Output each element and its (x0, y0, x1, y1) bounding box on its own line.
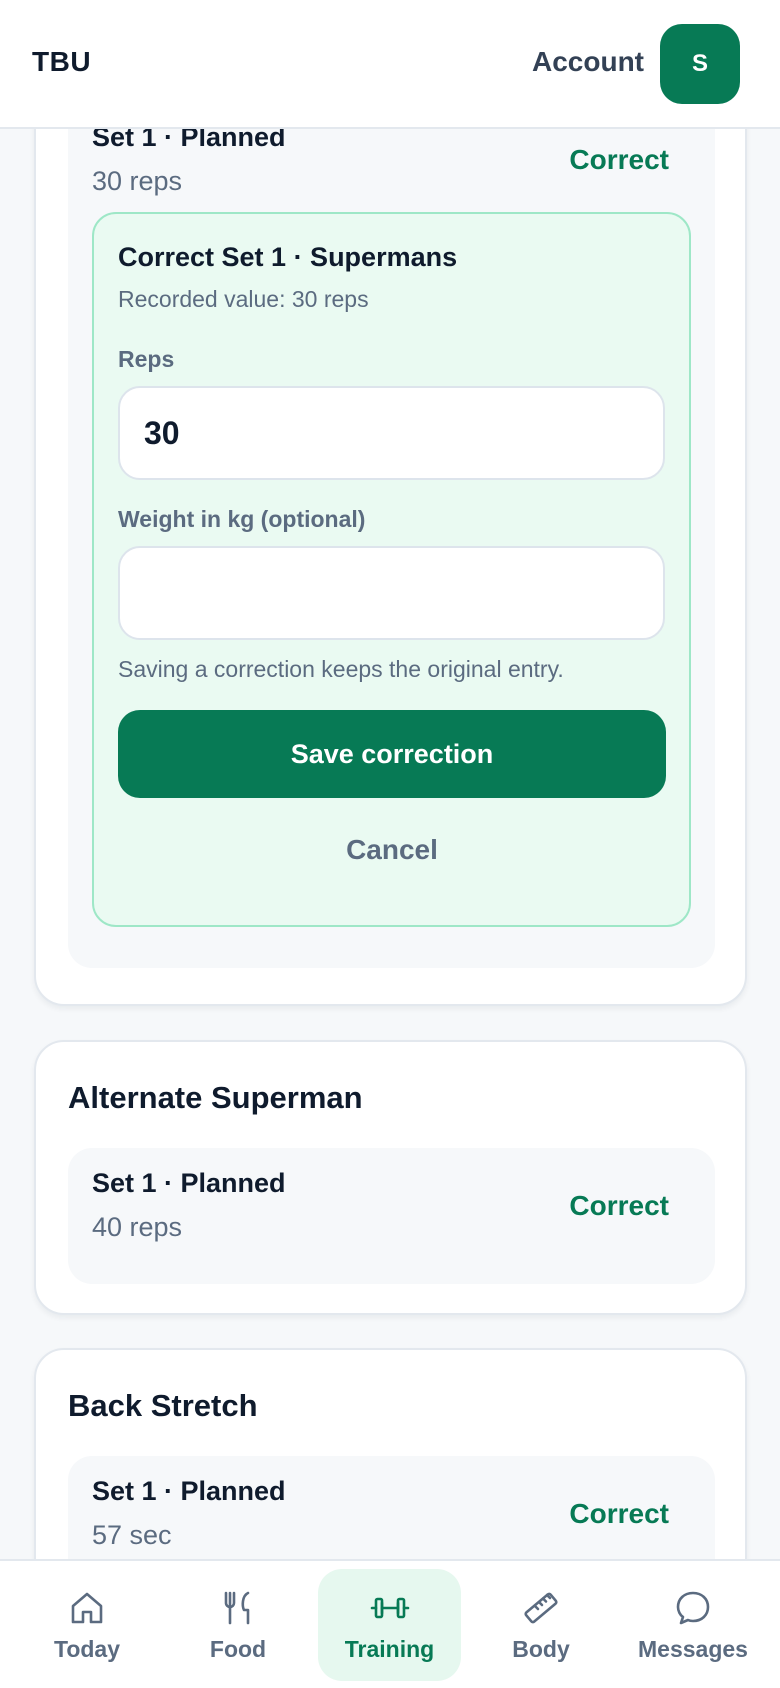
exercise-title: Back Stretch (68, 1388, 258, 1423)
nav-item-training[interactable]: Training (318, 1569, 461, 1681)
recorded-value: Recorded value: 30 reps (118, 286, 369, 312)
chat-bubble-icon (676, 1591, 710, 1624)
nav-item-body[interactable]: Body (478, 1569, 604, 1681)
set-row: Set 1 · Planned 30 reps Correct Correct … (68, 102, 715, 968)
correct-button[interactable]: Correct (569, 144, 669, 176)
reps-label: Reps (118, 346, 175, 372)
correction-panel: Correct Set 1 · Supermans Recorded value… (92, 212, 691, 927)
brand-logo-text[interactable]: TBU (32, 46, 91, 78)
set-value: 40 reps (92, 1212, 183, 1242)
nav-item-food[interactable]: Food (174, 1569, 302, 1681)
avatar-initial: S (691, 50, 708, 77)
cancel-button[interactable]: Cancel (118, 820, 666, 880)
account-link[interactable]: Account (532, 46, 644, 78)
exercise-card-supermans: Set 1 · Planned 30 reps Correct Correct … (34, 60, 747, 1006)
workout-content: Set 1 · Planned 30 reps Correct Correct … (0, 0, 780, 1560)
app-header: TBU Account S (0, 0, 780, 129)
set-row: Set 1 · Planned 40 reps Correct (68, 1148, 715, 1284)
exercise-title: Alternate Superman (68, 1080, 363, 1115)
nav-label: Messages (638, 1635, 748, 1662)
exercise-card-back-stretch: Back Stretch Set 1 · Planned 57 sec Corr… (34, 1348, 747, 1560)
reps-input[interactable] (118, 386, 665, 480)
ruler-icon (524, 1592, 558, 1623)
fork-knife-icon (224, 1591, 250, 1624)
nav-label: Food (209, 1635, 267, 1662)
save-correction-button[interactable]: Save correction (118, 710, 666, 798)
nav-label: Training (344, 1635, 435, 1662)
bottom-nav: Today Food Training Body Messages (0, 1559, 780, 1688)
correction-title: Correct Set 1 · Supermans (118, 242, 458, 272)
dumbbell-icon (370, 1597, 409, 1618)
set-title: Set 1 · Planned (92, 1476, 286, 1506)
weight-input[interactable] (118, 546, 665, 640)
home-icon (71, 1592, 103, 1623)
exercise-card-alternate-superman: Alternate Superman Set 1 · Planned 40 re… (34, 1040, 747, 1315)
correction-hint: Saving a correction keeps the original e… (118, 656, 564, 682)
nav-item-today[interactable]: Today (24, 1569, 150, 1681)
set-title: Set 1 · Planned (92, 1168, 286, 1198)
nav-label: Body (512, 1635, 570, 1662)
correct-button[interactable]: Correct (569, 1190, 669, 1222)
set-row: Set 1 · Planned 57 sec Correct (68, 1456, 715, 1560)
nav-label: Today (53, 1635, 121, 1662)
correct-button[interactable]: Correct (569, 1498, 669, 1530)
nav-item-messages[interactable]: Messages (626, 1569, 760, 1681)
avatar[interactable]: S (660, 24, 740, 104)
set-value: 57 sec (92, 1520, 172, 1550)
set-value: 30 reps (92, 166, 183, 196)
weight-label: Weight in kg (optional) (118, 506, 366, 532)
